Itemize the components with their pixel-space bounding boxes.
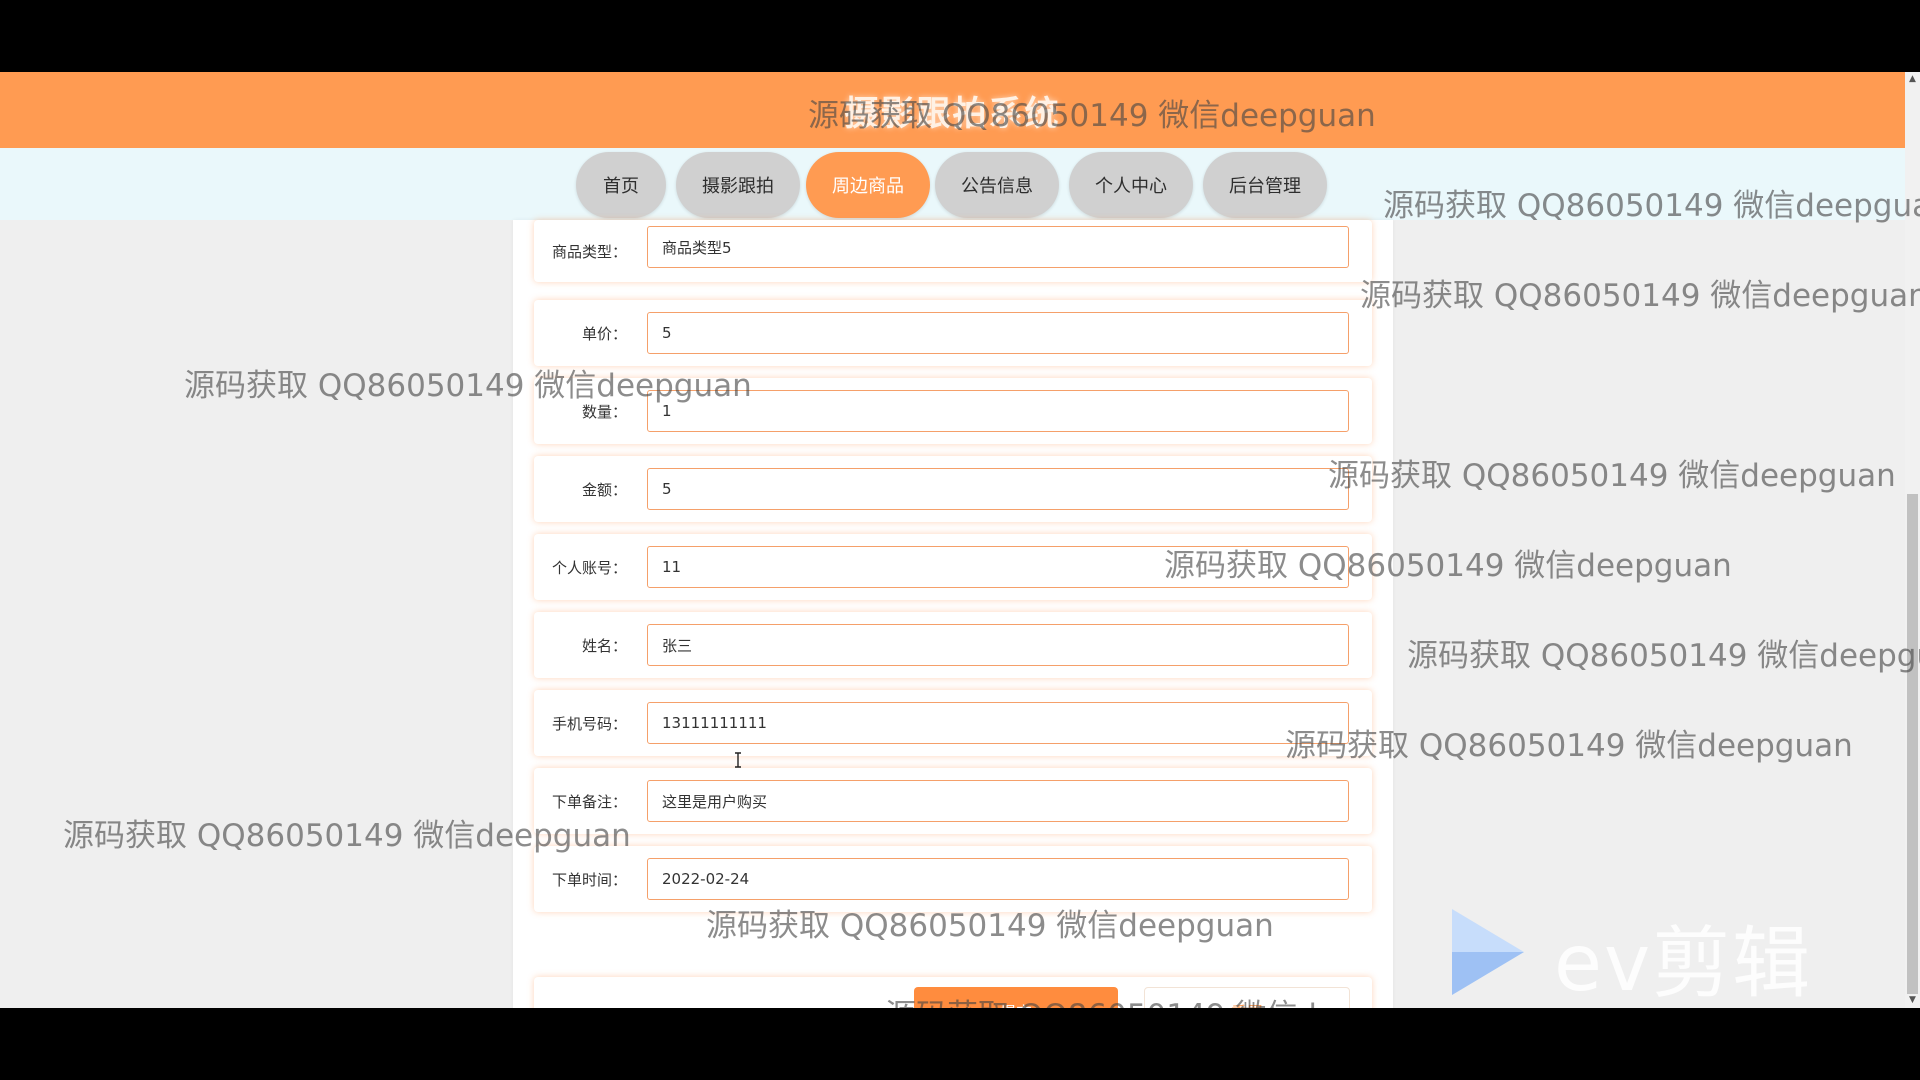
scroll-thumb[interactable] <box>1907 494 1918 994</box>
text-cursor-icon <box>735 752 741 768</box>
form-row-phone: 手机号码： <box>534 690 1372 756</box>
nav-item-merchandise[interactable]: 周边商品 <box>806 152 930 218</box>
ev-logo-text: ev剪辑 <box>1554 919 1813 1008</box>
form-label: 数量： <box>581 402 627 421</box>
nav-item-personal-center[interactable]: 个人中心 <box>1069 152 1193 218</box>
form-label: 下单时间： <box>551 870 627 889</box>
amount-field[interactable] <box>647 468 1349 510</box>
product-type-field[interactable] <box>647 226 1349 268</box>
nav-item-announcements[interactable]: 公告信息 <box>935 152 1059 218</box>
form-row-amount: 金额： <box>534 456 1372 522</box>
form-label: 姓名： <box>581 636 627 655</box>
watermark: 源码获取 QQ86050149 微信deepguan <box>1360 278 1920 314</box>
nav-item-home[interactable]: 首页 <box>576 152 666 218</box>
form-label: 个人账号： <box>551 558 627 577</box>
ev-editor-logo: ev剪辑 <box>1450 907 1830 1008</box>
account-field[interactable] <box>647 546 1349 588</box>
nav-item-photo-follow[interactable]: 摄影跟拍 <box>676 152 800 218</box>
form-row-product-type: 商品类型： <box>534 220 1372 282</box>
play-icon <box>1452 909 1524 995</box>
form-row-order-time: 下单时间： <box>534 846 1372 912</box>
nav-item-admin[interactable]: 后台管理 <box>1203 152 1327 218</box>
phone-field[interactable] <box>647 702 1349 744</box>
unit-price-field[interactable] <box>647 312 1349 354</box>
scroll-down-icon[interactable]: ▼ <box>1905 993 1920 1008</box>
order-time-field[interactable] <box>647 858 1349 900</box>
submit-button[interactable]: 提交 <box>914 987 1118 1008</box>
form-label: 单价： <box>581 324 627 343</box>
form-row-order-note: 下单备注： <box>534 768 1372 834</box>
name-field[interactable] <box>647 624 1349 666</box>
order-form-panel: 商品类型： 单价： 数量： 金额： 个人账号： 姓名： 手机号码： 下单备注： <box>513 220 1393 1008</box>
scroll-up-icon[interactable]: ▲ <box>1905 72 1920 87</box>
order-note-field[interactable] <box>647 780 1349 822</box>
scrollbar[interactable]: ▲ ▼ <box>1905 72 1920 1008</box>
quantity-field[interactable] <box>647 390 1349 432</box>
form-label: 商品类型： <box>551 242 627 261</box>
form-label: 下单备注： <box>551 792 627 811</box>
watermark: 源码获取 QQ86050149 微信deepguan <box>1407 638 1920 674</box>
form-row-name: 姓名： <box>534 612 1372 678</box>
form-row-quantity: 数量： <box>534 378 1372 444</box>
form-row-account: 个人账号： <box>534 534 1372 600</box>
form-label: 金额： <box>581 480 627 499</box>
site-header: 摄影跟拍系统 <box>0 72 1905 148</box>
form-actions: 提交 重置 <box>534 977 1372 1008</box>
nav-bar: 首页 摄影跟拍 周边商品 公告信息 个人中心 后台管理 <box>0 148 1905 220</box>
reset-button[interactable]: 重置 <box>1144 987 1350 1008</box>
site-title: 摄影跟拍系统 <box>844 93 1061 134</box>
watermark: 源码获取 QQ86050149 微信deepguan <box>1328 458 1896 494</box>
browser-viewport: 摄影跟拍系统 首页 摄影跟拍 周边商品 公告信息 个人中心 后台管理 商品类型：… <box>0 72 1920 1008</box>
form-label: 手机号码： <box>551 714 627 733</box>
form-row-unit-price: 单价： <box>534 300 1372 366</box>
